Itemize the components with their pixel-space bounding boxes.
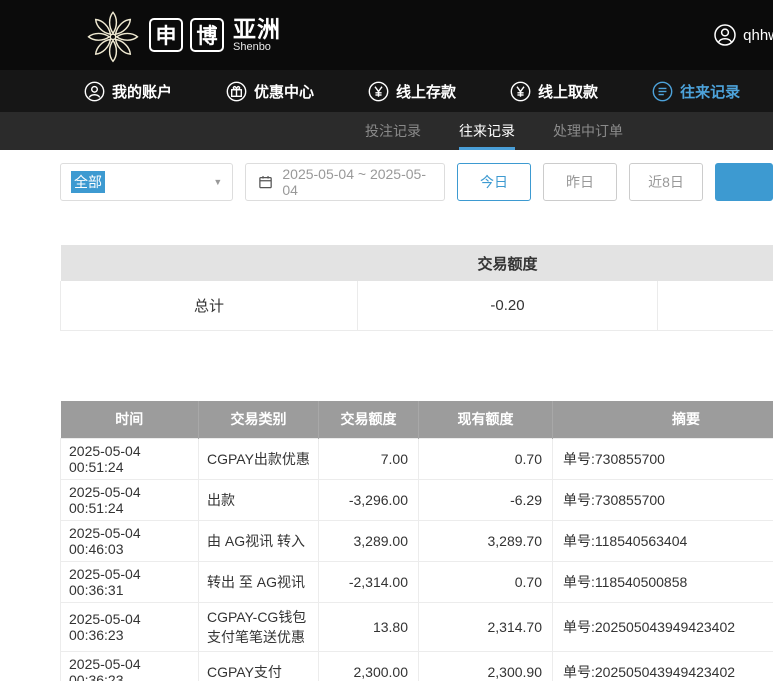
filter-row: 全部 ▼ 2025-05-04 ~ 2025-05-04 今日 昨日 近8日: [0, 150, 773, 201]
cell-amount: 2,300.00: [318, 651, 419, 681]
main-navigation: 我的账户 优惠中心 线上存款 线上取款 往来记录: [0, 70, 773, 112]
transactions-header-row: 时间 交易类别 交易额度 现有额度 摘要: [60, 400, 773, 439]
category-selected-value: 全部: [71, 171, 105, 193]
summary-table: 交易额度 总计 -0.20: [60, 245, 773, 331]
logo-region-text: 亚洲: [233, 15, 281, 42]
col-header-balance: 现有额度: [418, 400, 553, 439]
nav-item-label: 优惠中心: [254, 83, 315, 101]
cell-balance: 2,300.90: [418, 651, 553, 681]
cell-type: CGPAY-CG钱包支付笔笔送优惠: [198, 602, 319, 652]
col-header-amount: 交易额度: [318, 400, 419, 439]
cell-type: 由 AG视讯 转入: [198, 520, 319, 562]
cell-type: CGPAY支付: [198, 651, 319, 681]
cell-amount: -2,314.00: [318, 561, 419, 603]
summary-header-amount: 交易额度: [357, 245, 658, 281]
col-header-summary: 摘要: [552, 400, 773, 439]
brand-logo[interactable]: 申 博 亚洲 Shenbo: [84, 6, 281, 64]
user-avatar-icon: [714, 24, 736, 46]
logo-char-shen: 申: [149, 18, 183, 52]
user-icon: [84, 81, 105, 101]
records-icon: [652, 81, 673, 101]
nav-item-my-account[interactable]: 我的账户: [84, 81, 172, 102]
logo-char-bo: 博: [190, 18, 224, 52]
records-tab-bar: 投注记录 往来记录 处理中订单: [0, 112, 773, 150]
cell-time: 2025-05-04 00:36:23: [60, 602, 199, 652]
tab-transaction-records[interactable]: 往来记录: [459, 112, 515, 150]
summary-header-spacer: [657, 245, 773, 281]
cell-time: 2025-05-04 00:36:23: [60, 651, 199, 681]
gift-icon: [226, 81, 247, 101]
tab-betting-records[interactable]: 投注记录: [365, 112, 421, 150]
cell-balance: 0.70: [418, 561, 553, 603]
cell-time: 2025-05-04 00:51:24: [60, 479, 199, 521]
date-range-input[interactable]: 2025-05-04 ~ 2025-05-04: [245, 163, 445, 201]
search-button[interactable]: [715, 163, 773, 201]
cell-balance: 3,289.70: [418, 520, 553, 562]
cell-time: 2025-05-04 00:46:03: [60, 520, 199, 562]
table-row: 2025-05-04 00:36:23 CGPAY支付 2,300.00 2,3…: [60, 651, 773, 681]
nav-item-label: 线上存款: [396, 83, 457, 101]
cell-summary: 单号:202505043949423402: [552, 602, 773, 652]
chevron-down-icon: ▼: [213, 177, 223, 187]
cell-balance: 2,314.70: [418, 602, 553, 652]
cell-amount: 13.80: [318, 602, 419, 652]
nav-item-transaction-records[interactable]: 往来记录: [652, 81, 740, 102]
date-range-value: 2025-05-04 ~ 2025-05-04: [282, 166, 426, 198]
nav-item-withdraw[interactable]: 线上取款: [510, 81, 598, 102]
nav-item-deposit[interactable]: 线上存款: [368, 81, 456, 102]
summary-header-row: 交易额度: [60, 245, 773, 281]
cell-summary: 单号:730855700: [552, 438, 773, 480]
tab-label: 处理中订单: [553, 123, 623, 139]
nav-item-promotions[interactable]: 优惠中心: [226, 81, 314, 102]
nav-item-label: 我的账户: [112, 83, 173, 101]
tab-label: 投注记录: [365, 123, 421, 139]
cell-type: CGPAY出款优惠: [198, 438, 319, 480]
tab-label: 往来记录: [459, 123, 515, 139]
withdraw-icon: [510, 81, 531, 101]
cell-summary: 单号:118540563404: [552, 520, 773, 562]
cell-amount: 7.00: [318, 438, 419, 480]
today-button[interactable]: 今日: [457, 163, 531, 201]
nav-item-label: 往来记录: [680, 83, 741, 101]
table-row: 2025-05-04 00:51:24 CGPAY出款优惠 7.00 0.70 …: [60, 438, 773, 480]
cell-type: 转出 至 AG视讯: [198, 561, 319, 603]
user-account-area[interactable]: qhhw: [713, 23, 773, 47]
tab-pending-orders[interactable]: 处理中订单: [553, 112, 623, 150]
cell-summary: 单号:118540500858: [552, 561, 773, 603]
top-bar: 申 博 亚洲 Shenbo qhhw: [0, 0, 773, 70]
cell-summary: 单号:202505043949423402: [552, 651, 773, 681]
cell-summary: 单号:730855700: [552, 479, 773, 521]
summary-total-label: 总计: [60, 281, 358, 331]
lotus-flower-icon: [87, 11, 139, 63]
username-text: qhhw: [743, 26, 773, 44]
cell-time: 2025-05-04 00:51:24: [60, 438, 199, 480]
table-row: 2025-05-04 00:36:31 转出 至 AG视讯 -2,314.00 …: [60, 561, 773, 603]
logo-subtitle-text: Shenbo: [233, 41, 271, 54]
calendar-icon: [259, 176, 273, 189]
yesterday-button[interactable]: 昨日: [543, 163, 617, 201]
col-header-type: 交易类别: [198, 400, 319, 439]
table-row: 2025-05-04 00:51:24 出款 -3,296.00 -6.29 单…: [60, 479, 773, 521]
nav-item-label: 线上取款: [538, 83, 599, 101]
cell-type: 出款: [198, 479, 319, 521]
cell-amount: -3,296.00: [318, 479, 419, 521]
deposit-icon: [368, 81, 389, 101]
cell-balance: 0.70: [418, 438, 553, 480]
category-dropdown[interactable]: 全部 ▼: [60, 163, 234, 201]
summary-total-row: 总计 -0.20: [60, 281, 773, 331]
cell-time: 2025-05-04 00:36:31: [60, 561, 199, 603]
transactions-table: 时间 交易类别 交易额度 现有额度 摘要 2025-05-04 00:51:24…: [60, 400, 773, 681]
col-header-time: 时间: [60, 400, 199, 439]
summary-total-value: -0.20: [357, 281, 658, 331]
last-8-days-button[interactable]: 近8日: [629, 163, 703, 201]
summary-header-spacer: [60, 245, 358, 281]
cell-amount: 3,289.00: [318, 520, 419, 562]
table-row: 2025-05-04 00:36:23 CGPAY-CG钱包支付笔笔送优惠 13…: [60, 602, 773, 652]
cell-balance: -6.29: [418, 479, 553, 521]
summary-empty-cell: [657, 281, 773, 331]
table-row: 2025-05-04 00:46:03 由 AG视讯 转入 3,289.00 3…: [60, 520, 773, 562]
